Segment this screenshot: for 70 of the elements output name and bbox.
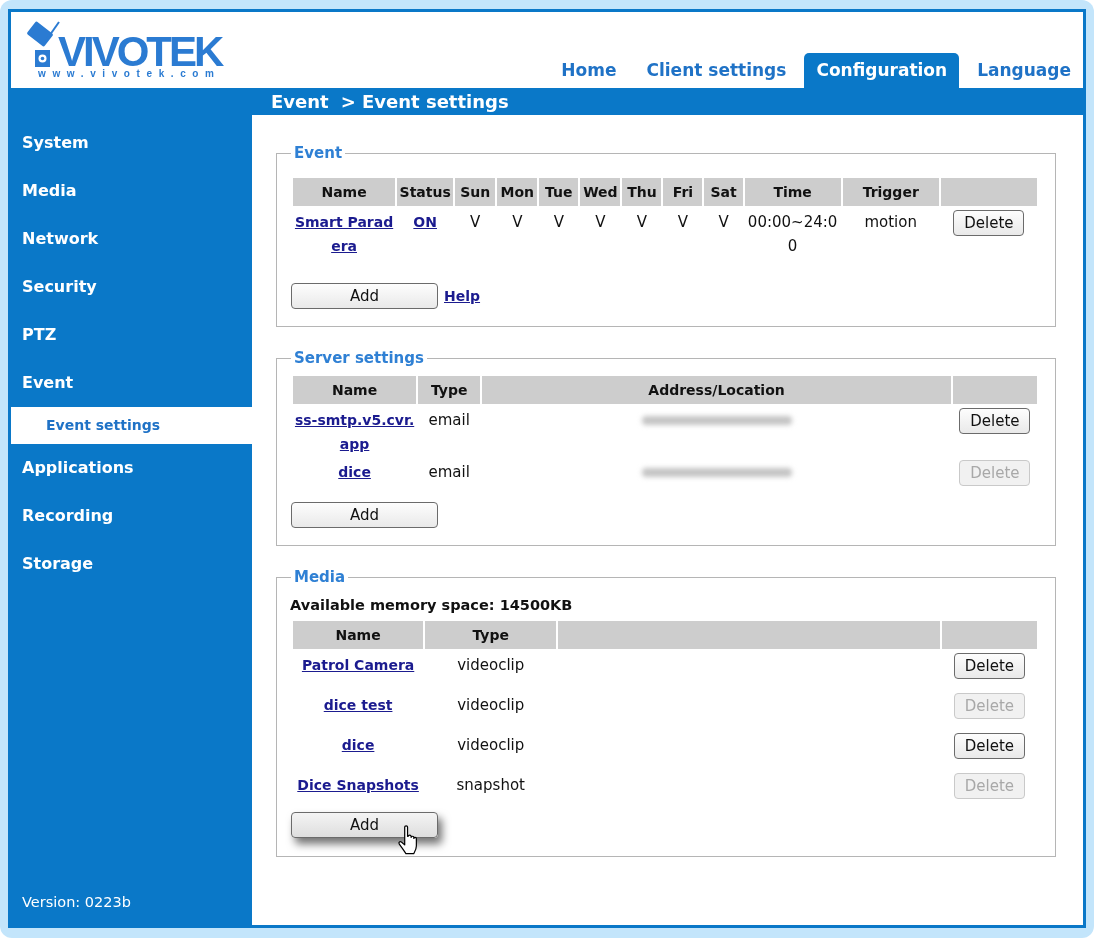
breadcrumb-text: Event — [271, 90, 329, 113]
day-mark: V — [512, 213, 523, 231]
column-header: Mon — [497, 178, 538, 206]
group-title: Media — [293, 567, 347, 587]
add-button[interactable]: Add — [291, 502, 438, 528]
media-type: snapshot — [456, 776, 525, 794]
hand-cursor-icon — [397, 825, 419, 856]
media-name-link[interactable]: Dice Snapshots — [297, 777, 419, 793]
column-header: Type — [425, 621, 557, 649]
server-type: email — [428, 463, 470, 481]
delete-button[interactable]: Delete — [953, 653, 1025, 679]
column-header: Thu — [622, 178, 662, 206]
server-name-link[interactable]: dice — [338, 460, 371, 484]
status-link[interactable]: ON — [413, 214, 437, 230]
column-header: Trigger — [842, 178, 939, 206]
sidebar-item[interactable]: System — [11, 119, 252, 167]
column-header: Status — [397, 178, 454, 206]
column-header: Type — [418, 376, 481, 404]
column-header: Fri — [663, 178, 703, 206]
media-name-link[interactable]: Patrol Camera — [301, 657, 415, 673]
day-mark: V — [470, 213, 481, 231]
media-type: videoclip — [457, 696, 525, 714]
event-name-link[interactable]: Smart Paradera — [293, 210, 396, 258]
memory-space-text: Available memory space: 14500KB — [290, 596, 574, 614]
column-header: Address/Location — [482, 376, 951, 404]
day-mark: V — [595, 213, 606, 231]
column-header: Sat — [704, 178, 743, 206]
group-title: Server settings — [293, 348, 425, 368]
sidebar-item[interactable]: Applications — [11, 444, 252, 492]
add-button[interactable]: Add — [291, 283, 438, 309]
column-header: Tue — [539, 178, 579, 206]
logo-wordmark: VIVOTEK — [58, 36, 222, 68]
delete-button[interactable]: Delete — [953, 210, 1025, 236]
nav-tab[interactable]: Home — [549, 53, 629, 88]
sidebar-item[interactable]: Security — [11, 263, 252, 311]
server-type: email — [428, 411, 470, 429]
column-header: Wed — [580, 178, 621, 206]
column-header: Name — [293, 178, 396, 206]
help-link[interactable]: Help — [444, 288, 481, 304]
nav-tab[interactable]: Configuration — [804, 53, 960, 88]
trigger-text: motion — [864, 213, 917, 231]
column-header: Name — [293, 376, 417, 404]
column-header: Time — [744, 178, 841, 206]
day-mark: V — [677, 213, 689, 231]
sidebar-item[interactable]: PTZ — [11, 311, 252, 359]
media-type: videoclip — [457, 736, 525, 754]
column-header: Name — [293, 621, 424, 649]
sidebar-subitem[interactable]: Event settings — [11, 407, 252, 444]
nav-tab[interactable]: Client settings — [634, 53, 799, 88]
media-name-link[interactable]: dice test — [323, 697, 393, 713]
sidebar-item[interactable]: Media — [11, 167, 252, 215]
sidebar-item[interactable]: Storage — [11, 540, 252, 588]
sidebar-item[interactable]: Network — [11, 215, 252, 263]
day-mark: V — [553, 213, 564, 231]
media-name-link[interactable]: dice — [341, 737, 375, 753]
day-mark: V — [636, 213, 648, 231]
add-button[interactable]: Add — [291, 812, 438, 838]
delete-button[interactable]: Delete — [959, 408, 1031, 434]
event-time: 00:00~24:00 — [746, 212, 839, 257]
column-header: Sun — [455, 178, 496, 206]
delete-button[interactable]: Delete — [953, 733, 1025, 759]
media-type: videoclip — [457, 656, 525, 674]
breadcrumb-text: > Event settings — [340, 90, 509, 113]
version-text: Version: 0223b — [22, 893, 131, 911]
logo-url: www.vivotek.com — [38, 69, 221, 79]
day-mark: V — [718, 213, 729, 231]
sidebar-item[interactable]: Recording — [11, 492, 252, 540]
sidebar-item[interactable]: Event — [11, 359, 252, 407]
nav-tab[interactable]: Language — [965, 53, 1083, 88]
group-title: Event — [293, 143, 344, 163]
